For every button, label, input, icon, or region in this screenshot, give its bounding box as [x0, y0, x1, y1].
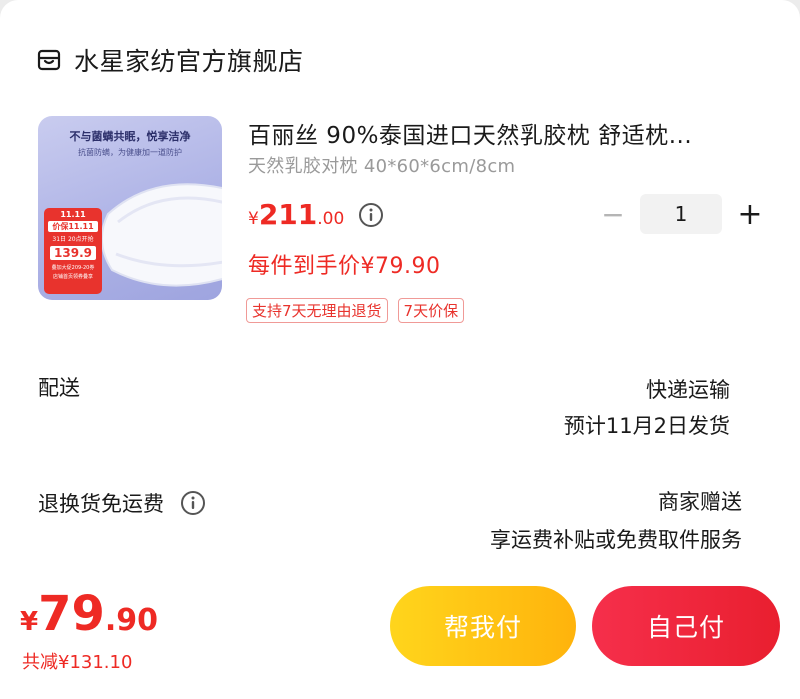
- self-pay-button[interactable]: 自己付: [592, 586, 780, 666]
- price-info-icon[interactable]: [358, 202, 384, 228]
- checkout-bar: ¥ 79 .90 共减¥131.10 帮我付 自己付: [0, 580, 800, 699]
- delivery-date: 预计11月2日发货: [563, 414, 730, 438]
- tag-return: 支持7天无理由退货: [246, 298, 388, 323]
- total-price: ¥ 79 .90: [20, 586, 159, 642]
- store-header[interactable]: 水星家纺官方旗舰店: [36, 40, 304, 80]
- return-provider: 商家赠送: [658, 490, 742, 514]
- tag-price-protect: 7天价保: [397, 298, 465, 323]
- return-row: 退换货免运费: [38, 488, 206, 518]
- final-price: 每件到手价¥79.90: [248, 254, 441, 279]
- return-info-icon[interactable]: [180, 490, 206, 516]
- increase-button[interactable]: +: [730, 194, 770, 234]
- store-name: 水星家纺官方旗舰店: [74, 47, 304, 76]
- delivery-method: 快递运输: [646, 378, 730, 402]
- order-card: 水星家纺官方旗舰店 不与菌螨共眠，悦享洁净 抗菌防螨，为健康加一道防护 11.1…: [0, 0, 800, 580]
- image-subline: 抗菌防螨，为健康加一道防护: [78, 148, 182, 157]
- product-title[interactable]: 百丽丝 90%泰国进口天然乳胶枕 舒适枕...: [248, 116, 768, 150]
- quantity-input[interactable]: 1: [640, 194, 722, 234]
- return-label: 退换货免运费: [38, 492, 164, 516]
- store-icon: [37, 49, 61, 71]
- pillow-illustration: [101, 183, 222, 287]
- decrease-button[interactable]: −: [600, 194, 626, 234]
- product-price: ¥ 211 .00: [248, 198, 345, 231]
- image-headline: 不与菌螨共眠，悦享洁净: [69, 130, 191, 143]
- product-spec[interactable]: 天然乳胶对枕 40*60*6cm/8cm: [248, 152, 515, 178]
- return-desc: 享运费补贴或免费取件服务: [490, 528, 742, 552]
- service-tags: 支持7天无理由退货 7天价保: [246, 298, 474, 323]
- delivery-label: 配送: [38, 376, 80, 400]
- saved-amount: 共减¥131.10: [22, 652, 133, 673]
- quantity-stepper: − 1 +: [600, 194, 770, 234]
- help-pay-button[interactable]: 帮我付: [390, 586, 576, 666]
- promo-badge: 11.11 价保11.11 31日 20点开抢 139.9 叠加大促209-20…: [44, 208, 102, 294]
- product-image[interactable]: 不与菌螨共眠，悦享洁净 抗菌防螨，为健康加一道防护 11.11 价保11.11 …: [38, 116, 222, 300]
